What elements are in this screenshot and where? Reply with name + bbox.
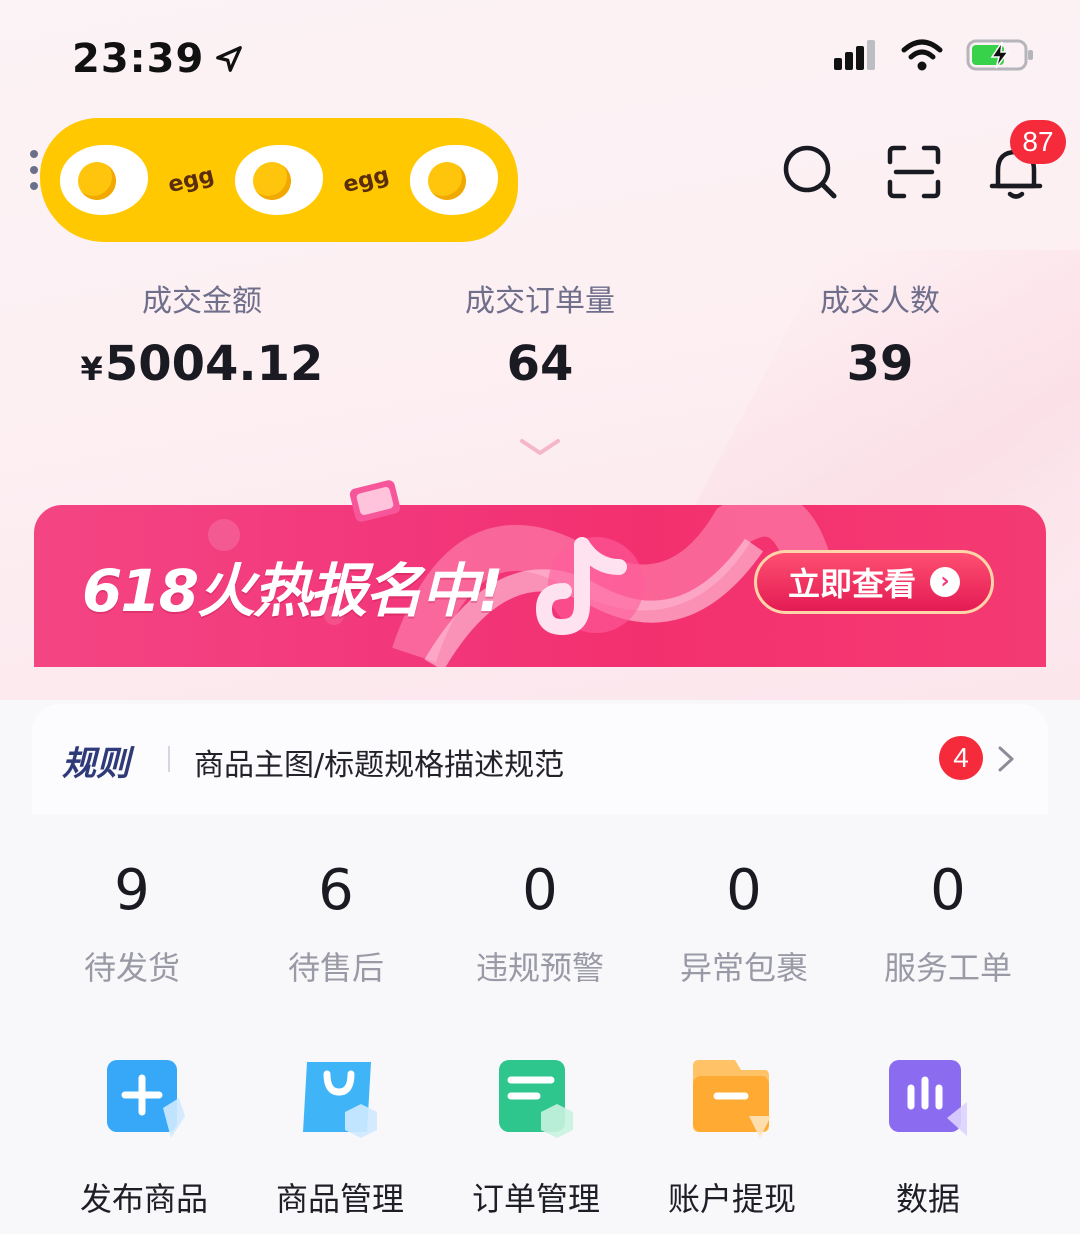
rules-title: 规则 bbox=[62, 744, 130, 784]
location-arrow-icon bbox=[216, 46, 243, 72]
stat-value: 64 bbox=[506, 336, 574, 392]
counter-value: 0 bbox=[726, 858, 762, 923]
egg-icon bbox=[409, 145, 498, 215]
chevron-right-icon: › bbox=[930, 567, 960, 597]
counter-violation-warning[interactable]: 0 违规预警 bbox=[438, 858, 642, 989]
menu-dots-icon[interactable] bbox=[30, 150, 38, 190]
tool-label: 账户提现 bbox=[667, 1180, 796, 1218]
status-bar-indicators bbox=[832, 38, 1036, 72]
scan-icon[interactable] bbox=[884, 142, 944, 202]
counter-label: 异常包裹 bbox=[679, 949, 808, 987]
store-banner-text: egg bbox=[165, 162, 218, 198]
stat-value: 39 bbox=[846, 336, 914, 392]
bar-chart-icon bbox=[889, 1060, 967, 1136]
stat-label: 成交金额 bbox=[142, 284, 262, 319]
counter-value: 6 bbox=[318, 858, 354, 923]
tool-label: 商品管理 bbox=[275, 1180, 404, 1218]
store-name-banner[interactable]: egg egg bbox=[40, 118, 518, 242]
counter-abnormal-package[interactable]: 0 异常包裹 bbox=[642, 858, 846, 989]
tool-data[interactable]: 数据 bbox=[830, 1058, 1026, 1220]
store-banner-text: egg bbox=[340, 162, 392, 198]
notification-badge: 87 bbox=[1010, 120, 1066, 164]
stat-amount: 5004.12 bbox=[104, 336, 324, 392]
counter-label: 违规预警 bbox=[475, 949, 604, 987]
counter-label: 服务工单 bbox=[883, 949, 1012, 987]
counter-value: 9 bbox=[114, 858, 150, 923]
status-bar-time: 23:39 bbox=[72, 36, 244, 82]
battery-charging-icon bbox=[966, 39, 1033, 71]
counter-pending-after-sale[interactable]: 6 待售后 bbox=[234, 858, 438, 989]
stat-order-count[interactable]: 成交订单量 64 bbox=[390, 276, 690, 392]
chevron-down-icon[interactable] bbox=[518, 436, 562, 458]
tool-label: 发布商品 bbox=[79, 1180, 208, 1218]
counter-label: 待发货 bbox=[83, 949, 180, 987]
tool-product-management[interactable]: 商品管理 bbox=[242, 1058, 438, 1220]
search-icon[interactable] bbox=[780, 142, 840, 202]
egg-icon bbox=[234, 145, 323, 215]
wifi-icon bbox=[901, 39, 943, 71]
promo-button-label: 立即查看 bbox=[787, 565, 916, 603]
counter-service-ticket[interactable]: 0 服务工单 bbox=[846, 858, 1050, 989]
promo-headline: 618火热报名中! bbox=[82, 557, 504, 625]
stat-buyer-count[interactable]: 成交人数 39 bbox=[730, 276, 1030, 392]
publish-plus-icon bbox=[107, 1060, 185, 1138]
tool-label: 订单管理 bbox=[471, 1180, 600, 1218]
shopping-bag-icon bbox=[303, 1062, 377, 1138]
order-list-icon bbox=[499, 1060, 573, 1138]
rules-count-badge: 4 bbox=[939, 736, 983, 780]
stat-gmv[interactable]: 成交金额 ¥5004.12 bbox=[52, 276, 352, 392]
cellular-signal-icon bbox=[834, 40, 875, 70]
tool-account-withdrawal[interactable]: 账户提现 bbox=[634, 1058, 830, 1220]
coupon-icon bbox=[349, 480, 401, 522]
promo-view-button[interactable]: 立即查看 › bbox=[754, 550, 994, 614]
wallet-folder-icon bbox=[693, 1060, 771, 1138]
tool-order-management[interactable]: 订单管理 bbox=[438, 1058, 634, 1220]
rules-notice-text[interactable]: 商品主图/标题规格描述规范 bbox=[194, 740, 564, 784]
tool-label: 数据 bbox=[895, 1180, 960, 1218]
stat-label: 成交人数 bbox=[820, 284, 940, 319]
chevron-right-icon[interactable] bbox=[994, 742, 1018, 776]
currency-prefix: ¥ bbox=[80, 350, 103, 388]
counter-pending-shipment[interactable]: 9 待发货 bbox=[30, 858, 234, 989]
stat-label: 成交订单量 bbox=[465, 284, 615, 319]
divider bbox=[168, 746, 170, 772]
counter-value: 0 bbox=[930, 858, 966, 923]
counter-value: 0 bbox=[522, 858, 558, 923]
egg-icon bbox=[60, 145, 149, 215]
counter-label: 待售后 bbox=[287, 949, 384, 987]
tool-publish-product[interactable]: 发布商品 bbox=[46, 1058, 242, 1220]
stat-value: ¥5004.12 bbox=[52, 336, 352, 392]
